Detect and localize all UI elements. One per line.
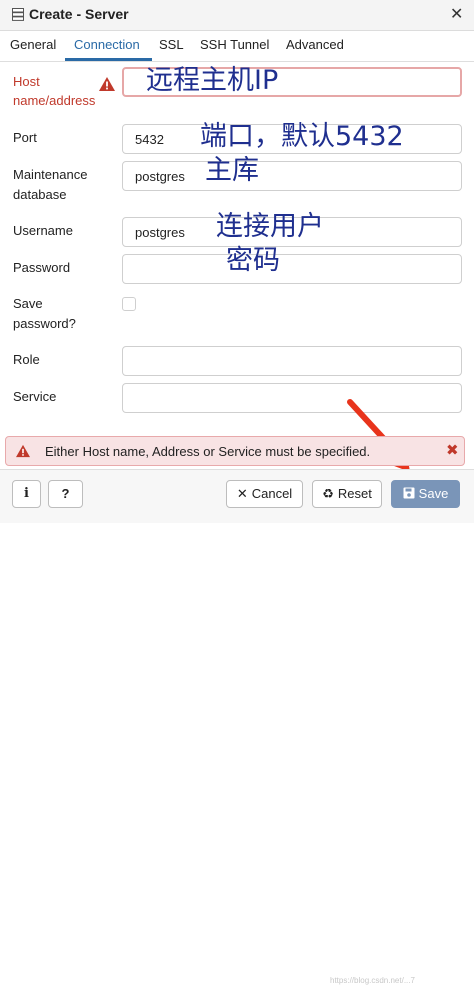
password-label: Password xyxy=(13,260,71,275)
host-label-cont: name/address xyxy=(13,93,96,108)
tab-ssl[interactable]: SSL xyxy=(159,37,184,52)
recycle-icon: ♻ xyxy=(322,486,334,501)
reset-label: Reset xyxy=(337,486,372,501)
warning-icon xyxy=(16,444,30,458)
maintenance-db-label: Maintenance xyxy=(13,167,88,182)
dialog-footer: i ? ✕ Cancel ♻ Reset Save https://blog.csd… xyxy=(0,469,474,985)
floppy-disk-icon xyxy=(403,487,415,499)
host-label: Host xyxy=(13,74,40,89)
tab-general[interactable]: General xyxy=(10,37,56,52)
role-input[interactable] xyxy=(122,346,462,376)
annotation-host: 远程主机IP xyxy=(146,65,279,96)
save-password-label-cont: password? xyxy=(13,316,76,331)
tab-ssh-tunnel[interactable]: SSH Tunnel xyxy=(200,37,269,52)
window-title: Create - Server xyxy=(29,6,129,22)
annotation-username: 连接用户 xyxy=(216,211,324,242)
annotation-maintenance: 主库 xyxy=(205,155,259,186)
alert-close-icon[interactable]: ✖ xyxy=(446,441,459,459)
service-label: Service xyxy=(13,389,57,404)
save-password-checkbox[interactable] xyxy=(122,297,136,311)
password-input[interactable] xyxy=(122,254,462,284)
maintenance-db-label-cont: database xyxy=(13,187,67,202)
cancel-label: Cancel xyxy=(251,486,293,501)
info-icon: i xyxy=(24,486,29,501)
error-alert: Either Host name, Address or Service mus… xyxy=(5,436,465,466)
service-input[interactable] xyxy=(122,383,462,413)
tab-advanced[interactable]: Advanced xyxy=(286,37,344,52)
annotation-password: 密码 xyxy=(226,245,280,276)
tab-connection[interactable]: Connection xyxy=(74,37,140,52)
watermark: https://blog.csdn.net/...7 xyxy=(330,976,415,985)
reset-button[interactable]: ♻ Reset xyxy=(312,480,382,508)
active-tab-indicator xyxy=(65,58,152,61)
maintenance-db-input[interactable] xyxy=(122,161,462,191)
save-label: Save xyxy=(418,486,449,501)
info-button[interactable]: i xyxy=(12,480,41,508)
tab-bar: General Connection SSL SSH Tunnel Advanc… xyxy=(0,31,474,62)
port-label: Port xyxy=(13,130,37,145)
server-icon xyxy=(12,8,24,21)
username-label: Username xyxy=(13,223,73,238)
title-bar: Create - Server ✕ xyxy=(0,0,474,31)
warning-icon xyxy=(99,77,115,91)
close-icon: ✕ xyxy=(236,486,248,501)
alert-message: Either Host name, Address or Service mus… xyxy=(45,444,371,459)
cancel-button[interactable]: ✕ Cancel xyxy=(226,480,303,508)
close-icon[interactable]: ✕ xyxy=(450,4,463,24)
annotation-port: 端口，默认5432 xyxy=(200,121,404,152)
save-button[interactable]: Save xyxy=(391,480,460,508)
role-label: Role xyxy=(13,352,40,367)
help-button[interactable]: ? xyxy=(48,480,83,508)
help-icon: ? xyxy=(61,486,70,501)
save-password-label: Save xyxy=(13,296,43,311)
